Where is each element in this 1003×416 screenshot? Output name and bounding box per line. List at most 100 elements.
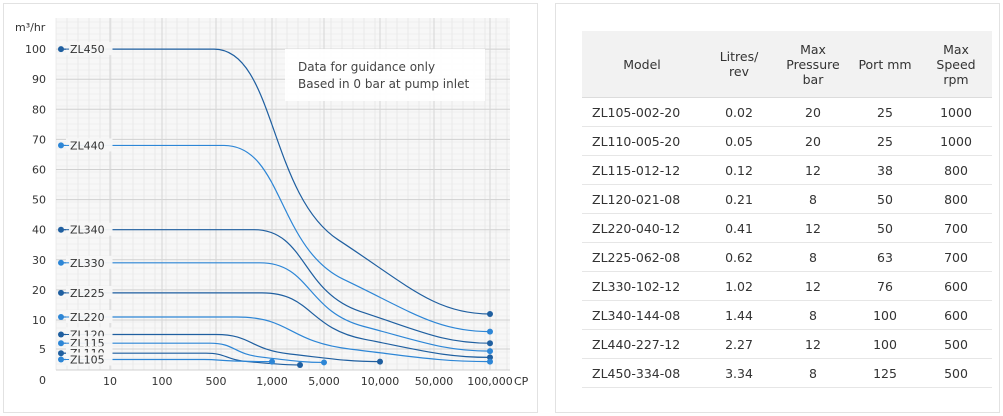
header-text-line: rpm <box>943 71 969 87</box>
series-label-zl340: ZL340 <box>70 224 105 237</box>
header-text-line: Pressure <box>786 56 840 72</box>
y-tick-label: 30 <box>32 254 46 267</box>
series-end-point-zl330 <box>487 348 493 355</box>
cell-port-mm: 125 <box>850 358 920 388</box>
series-start-point-zl105 <box>58 356 64 363</box>
header-text-line: bar <box>802 71 824 87</box>
header-max-speed: Max Speed rpm <box>920 31 992 98</box>
table-row: ZL450-334-08 3.34 8 125 500 <box>582 358 992 388</box>
y-tick-label: 10 <box>32 314 46 327</box>
cell-port-mm: 25 <box>850 126 920 156</box>
y-tick-label: 90 <box>32 73 46 86</box>
header-litres-rev: Litres/rev <box>702 31 776 98</box>
cell-max-pressure: 8 <box>776 184 850 214</box>
series-end-point-zl115 <box>321 359 327 366</box>
guidance-note-line: Based in 0 bar at pump inlet <box>298 77 469 91</box>
header-model: Model <box>582 31 702 98</box>
cell-model: ZL330-102-12 <box>582 271 702 301</box>
x-tick-label: 5,000 <box>308 375 340 388</box>
cell-max-speed: 500 <box>920 329 992 359</box>
series-label-zl450: ZL450 <box>70 43 105 56</box>
cell-max-speed: 500 <box>920 358 992 388</box>
cell-model: ZL110-005-20 <box>582 126 702 156</box>
cell-max-pressure: 8 <box>776 358 850 388</box>
y-tick-label: 20 <box>32 284 46 297</box>
cell-model: ZL440-227-12 <box>582 329 702 359</box>
series-start-point-zl220 <box>58 313 64 320</box>
cell-port-mm: 76 <box>850 271 920 301</box>
cell-max-speed: 600 <box>920 271 992 301</box>
x-tick-label: 100 <box>152 375 173 388</box>
cell-model: ZL340-144-08 <box>582 300 702 330</box>
series-start-point-zl340 <box>58 226 64 233</box>
cell-max-pressure: 12 <box>776 329 850 359</box>
table-row: ZL220-040-12 0.41 12 50 700 <box>582 213 992 243</box>
cell-port-mm: 50 <box>850 213 920 243</box>
cell-port-mm: 100 <box>850 329 920 359</box>
series-start-point-zl115 <box>58 340 64 347</box>
header-text-line: Speed <box>936 56 976 72</box>
series-end-point-zl105 <box>269 358 275 365</box>
cell-model: ZL115-012-12 <box>582 155 702 185</box>
series-label-zl105: ZL105 <box>70 354 105 367</box>
y-tick-label: 100 <box>25 43 46 56</box>
cell-max-pressure: 8 <box>776 242 850 272</box>
header-port-mm: Port mm <box>850 31 920 98</box>
series-start-point-zl330 <box>58 259 64 266</box>
guidance-note-box <box>285 49 485 101</box>
series-end-point-zl450 <box>487 310 493 317</box>
cell-model: ZL105-002-20 <box>582 97 702 127</box>
table-row: ZL440-227-12 2.27 12 100 500 <box>582 329 992 359</box>
table-row: ZL225-062-08 0.62 8 63 700 <box>582 242 992 272</box>
series-start-point-zl110 <box>58 350 64 357</box>
header-text-line: Port mm <box>858 56 912 72</box>
table-row: ZL105-002-20 0.02 20 25 1000 <box>582 97 992 127</box>
x-tick-label: 100,000 <box>467 375 513 388</box>
x-tick-label: 50,000 <box>415 375 454 388</box>
header-text-line: Model <box>623 56 661 72</box>
series-label-zl225: ZL225 <box>70 287 105 300</box>
series-end-point-zl340 <box>487 340 493 347</box>
cell-litres-rev: 0.21 <box>702 184 776 214</box>
cell-max-speed: 1000 <box>920 97 992 127</box>
cell-litres-rev: 1.02 <box>702 271 776 301</box>
flow-viscosity-chart: m³/hrCP10090807060504030201050 10 100 500 1,… <box>15 18 529 388</box>
series-end-point-zl120 <box>377 358 383 365</box>
series-end-point-zl110 <box>297 361 303 368</box>
y-tick-label: 70 <box>32 133 46 146</box>
cell-litres-rev: 1.44 <box>702 300 776 330</box>
cell-litres-rev: 0.62 <box>702 242 776 272</box>
x-axis-label: CP <box>514 375 529 388</box>
series-end-point-zl440 <box>487 328 493 335</box>
cell-port-mm: 100 <box>850 300 920 330</box>
y-tick-label: 50 <box>32 194 46 207</box>
cell-max-pressure: 8 <box>776 300 850 330</box>
cell-port-mm: 50 <box>850 184 920 214</box>
cell-model: ZL220-040-12 <box>582 213 702 243</box>
x-tick-label: 500 <box>206 375 227 388</box>
cell-litres-rev: 0.41 <box>702 213 776 243</box>
y-tick-label: 80 <box>32 103 46 116</box>
cell-model: ZL120-021-08 <box>582 184 702 214</box>
pump-specs-table: Model Litres/rev Max Pressure bar Port mm … <box>582 31 992 388</box>
cell-max-speed: 700 <box>920 242 992 272</box>
header-text-line: Litres/ <box>719 49 759 64</box>
x-tick-label: 10 <box>103 375 117 388</box>
cell-port-mm: 63 <box>850 242 920 272</box>
header-text-line: rev <box>729 64 749 79</box>
series-label-zl440: ZL440 <box>70 139 105 152</box>
cell-litres-rev: 3.34 <box>702 358 776 388</box>
y-tick-label: 0 <box>39 374 46 387</box>
table-row: ZL330-102-12 1.02 12 76 600 <box>582 271 992 301</box>
cell-max-speed: 700 <box>920 213 992 243</box>
cell-max-pressure: 12 <box>776 271 850 301</box>
cell-max-pressure: 12 <box>776 155 850 185</box>
cell-max-speed: 800 <box>920 184 992 214</box>
x-tick-label: 10,000 <box>361 375 400 388</box>
y-axis-label: m³/hr <box>15 21 46 34</box>
cell-max-speed: 800 <box>920 155 992 185</box>
cell-litres-rev: 2.27 <box>702 329 776 359</box>
series-label-zl330: ZL330 <box>70 257 105 270</box>
cell-max-pressure: 20 <box>776 97 850 127</box>
header-text-line: Max <box>800 41 826 57</box>
